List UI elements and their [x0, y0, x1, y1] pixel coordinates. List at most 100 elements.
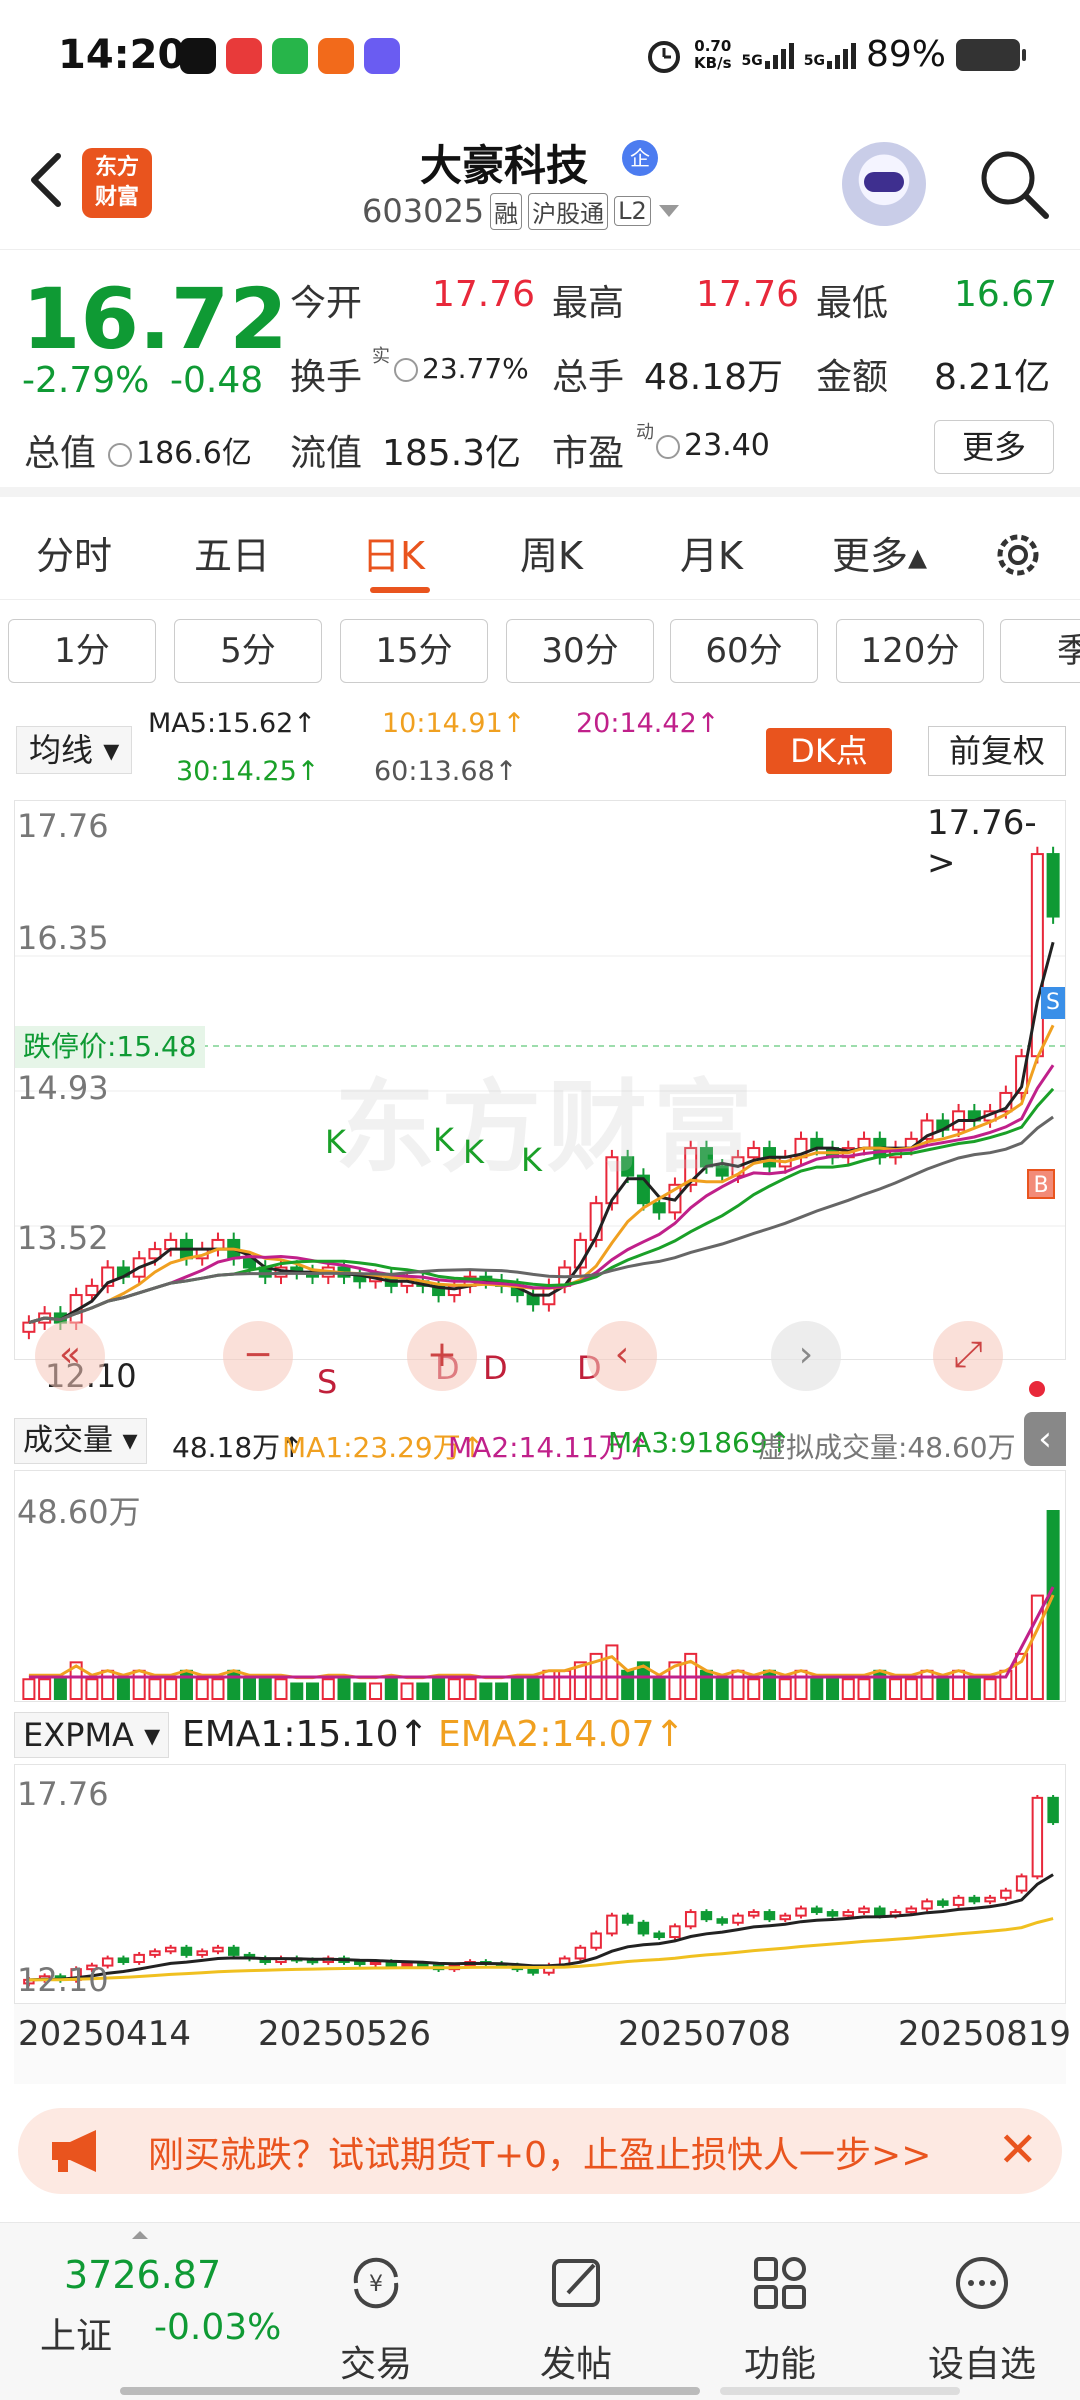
tab-weekly-k[interactable]: 周K: [520, 525, 583, 580]
nav-post[interactable]: 发帖: [506, 2237, 646, 2385]
nav-post-label: 发帖: [539, 2344, 612, 2385]
sell-mark[interactable]: S: [1041, 987, 1065, 1019]
candle: [652, 1202, 666, 1214]
y-label: 13.52: [17, 1219, 109, 1257]
ma5-value: MA5:15.62↑: [148, 708, 316, 739]
expma-candle: [637, 1921, 650, 1935]
ema1-line: [28, 1873, 1054, 1982]
ma60-value: 60:13.68↑: [374, 756, 518, 787]
wechat-icon: [272, 38, 308, 74]
index-name[interactable]: 上证: [40, 2307, 112, 2359]
browser-app-icon: [364, 38, 400, 74]
ma-selector[interactable]: 均线 ▾: [16, 726, 133, 774]
tab-five-day[interactable]: 五日: [194, 525, 270, 580]
robot-assistant-icon[interactable]: [842, 142, 926, 226]
close-icon[interactable]: ✕: [998, 2122, 1038, 2178]
promo-banner[interactable]: 刚买就跌？试试期货T+0，止盈止损快人一步>> ✕: [18, 2108, 1062, 2194]
nav-watchlist[interactable]: 设自选: [912, 2237, 1052, 2385]
buy-mark[interactable]: B: [1027, 1169, 1055, 1199]
volume-bar: [101, 1669, 115, 1701]
float-label: 流值: [290, 433, 363, 474]
vol-ma1-line: [28, 1594, 1055, 1680]
zoom-in-icon[interactable]: +: [407, 1321, 477, 1391]
zoom-out-icon[interactable]: −: [223, 1321, 293, 1391]
expma-candle: [212, 1946, 224, 1953]
search-icon[interactable]: [976, 146, 1052, 222]
expma-chart[interactable]: 17.76 12.10: [14, 1764, 1066, 2004]
grid-icon: [754, 2257, 806, 2309]
expma-candle: [1000, 1889, 1012, 1899]
expma-candle: [354, 1961, 366, 1966]
expand-caret-icon[interactable]: [132, 2231, 148, 2239]
dropdown-triangle-icon[interactable]: [657, 203, 681, 219]
tab-monthly-k[interactable]: 月K: [680, 525, 743, 580]
collapse-panel-icon[interactable]: ‹: [1024, 1412, 1066, 1466]
nav-trade[interactable]: ¥ 交易: [306, 2237, 446, 2385]
signal-icon: [764, 41, 794, 69]
info-icon[interactable]: [108, 442, 132, 467]
tab-intraday[interactable]: 分时: [36, 525, 112, 580]
change-amount: -0.48: [170, 360, 264, 401]
nav-functions[interactable]: 功能: [710, 2237, 850, 2385]
signal-letter: S: [317, 1363, 338, 1401]
turnover-value-wrap: 23.77%: [394, 352, 529, 385]
stock-code-line[interactable]: 603025 融 沪股通 L2: [362, 192, 681, 230]
expma-candle: [905, 1907, 918, 1914]
ema1-value: EMA1:15.10↑: [182, 1714, 429, 1755]
more-button[interactable]: 更多: [934, 420, 1054, 474]
index-change[interactable]: -0.03%: [154, 2307, 281, 2348]
dk-point-button[interactable]: DK点: [766, 728, 892, 774]
megaphone-icon: [52, 2130, 96, 2172]
eastmoney-logo[interactable]: 东方 财富: [82, 148, 152, 218]
scroll-left-icon[interactable]: ‹: [587, 1321, 657, 1391]
volume-max-label: 48.60万: [17, 1493, 141, 1531]
info-icon[interactable]: [656, 434, 680, 459]
expma-candle: [606, 1914, 618, 1935]
period-1min[interactable]: 1分: [8, 619, 156, 683]
expma-candle: [133, 1953, 145, 1964]
change-percent: -2.79%: [22, 360, 150, 401]
period-120min[interactable]: 120分: [836, 619, 984, 683]
stock-header: 东方 财富 大豪科技 企 603025 融 沪股通 L2: [0, 120, 1080, 250]
back-arrow-icon[interactable]: [26, 150, 66, 210]
pe-sup: 动: [636, 422, 654, 443]
volume-bar: [715, 1678, 729, 1700]
volume-bar: [463, 1678, 477, 1700]
status-time: 14:20: [58, 32, 186, 78]
fullscreen-icon[interactable]: ⤢: [933, 1321, 1003, 1391]
period-30min[interactable]: 30分: [506, 619, 654, 683]
period-15min[interactable]: 15分: [340, 619, 488, 683]
volume-label: 总手: [552, 357, 625, 398]
expma-candle: [369, 1961, 382, 1966]
virtual-volume: 虚拟成交量:48.60万: [758, 1431, 1016, 1464]
kline-chart[interactable]: 东方财富 17.76 16.35 14.93 13.52 12.10 17.76…: [14, 800, 1066, 1401]
expma-candle: [795, 1907, 807, 1917]
expma-candle: [968, 1896, 981, 1903]
scroll-right-icon[interactable]: ›: [771, 1321, 841, 1391]
signal-icon: [826, 41, 856, 69]
volume-selector[interactable]: 成交量 ▾: [14, 1418, 147, 1464]
active-tab-indicator: [370, 587, 430, 593]
volume-chart[interactable]: 48.60万: [14, 1470, 1066, 1702]
gear-icon[interactable]: [990, 527, 1046, 583]
tab-more[interactable]: 更多▴: [832, 525, 927, 580]
info-icon[interactable]: [394, 358, 418, 382]
low-label: 最低: [816, 283, 889, 324]
expma-candle: [826, 1911, 839, 1917]
period-quarter[interactable]: 季: [1000, 619, 1080, 683]
volume-bar: [22, 1678, 36, 1700]
expma-candle: [1015, 1875, 1028, 1892]
adjust-button[interactable]: 前复权: [928, 726, 1066, 776]
scroll-left-fast-icon[interactable]: «: [35, 1321, 105, 1391]
expma-selector[interactable]: EXPMA ▾: [14, 1712, 170, 1758]
volume-bar: [353, 1682, 367, 1701]
tab-daily-k[interactable]: 日K: [362, 525, 425, 580]
stock-code: 603025: [362, 192, 485, 230]
shopping-app-icon: [226, 38, 262, 74]
low-value: 16.67: [954, 274, 1058, 315]
volume-bar: [857, 1678, 871, 1700]
period-60min[interactable]: 60分: [670, 619, 818, 683]
index-value[interactable]: 3726.87: [64, 2253, 221, 2297]
date-axis: 20250414 20250526 20250708 20250819: [14, 2004, 1071, 2084]
period-5min[interactable]: 5分: [174, 619, 322, 683]
